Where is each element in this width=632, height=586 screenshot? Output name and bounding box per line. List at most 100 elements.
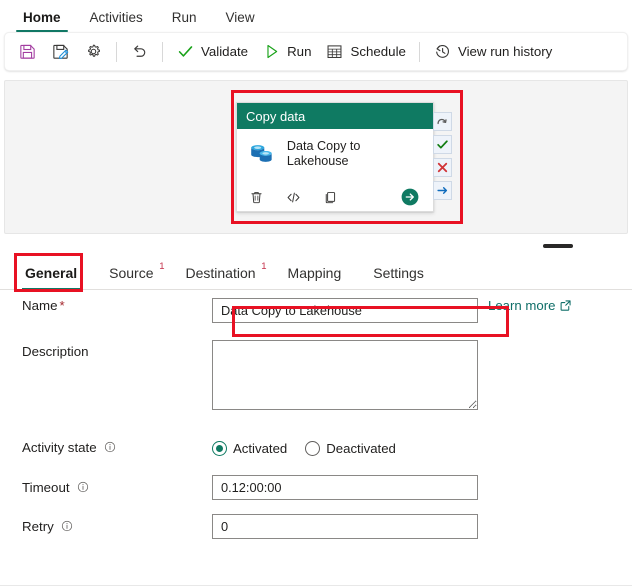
toolbar-divider-1 bbox=[116, 41, 117, 62]
radio-activated-dot bbox=[212, 440, 227, 456]
retry-label-wrap: Retry bbox=[0, 519, 212, 535]
undo-icon bbox=[134, 45, 146, 57]
info-icon[interactable] bbox=[61, 520, 73, 532]
ribbon-tab-view-label: View bbox=[225, 10, 255, 25]
activity-state-label: Activity state bbox=[22, 440, 97, 455]
tab-destination[interactable]: Destination 1 bbox=[183, 261, 267, 289]
toolbar: Validate Run Schedule View run history bbox=[4, 32, 628, 71]
tab-source[interactable]: Source 1 bbox=[106, 261, 164, 289]
tab-source-label: Source bbox=[109, 265, 154, 281]
form-row-retry: Retry bbox=[0, 507, 632, 546]
form-row-timeout: Timeout bbox=[0, 468, 632, 507]
ribbon-tab-run-label: Run bbox=[171, 10, 197, 25]
ribbon-tab-activities-label: Activities bbox=[89, 10, 143, 25]
timeout-label: Timeout bbox=[22, 479, 70, 495]
history-clock-icon bbox=[436, 44, 449, 58]
tab-general-label: General bbox=[25, 265, 78, 281]
tab-general[interactable]: General bbox=[22, 265, 81, 290]
name-label: Name bbox=[22, 298, 58, 313]
validate-button[interactable]: Validate bbox=[169, 37, 255, 66]
form-row-name: Name* Learn more bbox=[0, 298, 632, 340]
on-skip-connector[interactable] bbox=[433, 112, 452, 131]
tab-mapping[interactable]: Mapping bbox=[285, 265, 345, 289]
retry-input[interactable] bbox=[212, 514, 478, 539]
activity-name-label: Data Copy to Lakehouse bbox=[286, 139, 361, 168]
view-run-history-label: View run history bbox=[457, 44, 553, 59]
description-label: Description bbox=[22, 344, 89, 359]
ribbon-tab-home[interactable]: Home bbox=[14, 10, 70, 32]
tab-mapping-label: Mapping bbox=[287, 265, 342, 281]
activity-card-footer bbox=[237, 187, 433, 207]
tab-settings[interactable]: Settings bbox=[370, 265, 427, 289]
properties-panel: General Source 1 Destination 1 Mapping S… bbox=[0, 236, 632, 586]
timeout-label-wrap: Timeout bbox=[0, 480, 212, 496]
on-completion-connector[interactable] bbox=[433, 181, 452, 200]
duplicate-icon[interactable] bbox=[322, 189, 339, 206]
radio-activated-label: Activated bbox=[233, 440, 288, 456]
ribbon-tab-view[interactable]: View bbox=[217, 10, 264, 32]
on-success-connector[interactable] bbox=[433, 135, 452, 154]
tab-source-badge: 1 bbox=[159, 261, 165, 272]
activity-state-radio-group: Activated Deactivated bbox=[212, 440, 396, 456]
activity-connectors bbox=[433, 112, 452, 200]
info-icon[interactable] bbox=[104, 441, 116, 453]
form-row-activity-state: Activity state Activated Deactivated bbox=[0, 428, 632, 468]
activity-card-copy-data[interactable]: Copy data Data Copy to Lakehouse bbox=[236, 102, 434, 212]
retry-label: Retry bbox=[22, 518, 54, 534]
panel-tab-bar: General Source 1 Destination 1 Mapping S… bbox=[0, 254, 632, 290]
tab-settings-label: Settings bbox=[373, 265, 424, 281]
general-form: Name* Learn more Description bbox=[0, 298, 632, 546]
ribbon-tab-run[interactable]: Run bbox=[163, 10, 206, 32]
activity-type-label: Copy data bbox=[246, 108, 306, 124]
external-link-icon bbox=[561, 300, 572, 311]
ribbon-tab-home-label: Home bbox=[23, 10, 61, 25]
calendar-icon bbox=[328, 45, 342, 59]
run-button[interactable]: Run bbox=[255, 37, 318, 66]
save-button[interactable] bbox=[11, 37, 44, 66]
save-as-icon bbox=[53, 44, 69, 59]
checkmark-icon bbox=[178, 46, 193, 57]
save-as-button[interactable] bbox=[44, 37, 77, 66]
name-label-wrap: Name * bbox=[0, 298, 212, 314]
tab-destination-label: Destination bbox=[185, 265, 256, 281]
copy-data-database-icon bbox=[251, 145, 272, 162]
code-icon[interactable] bbox=[285, 189, 302, 206]
run-arrow-icon[interactable] bbox=[400, 187, 420, 207]
radio-deactivated-label: Deactivated bbox=[326, 440, 396, 456]
form-row-description: Description bbox=[0, 340, 632, 428]
name-required-marker: * bbox=[59, 298, 65, 313]
toolbar-divider-3 bbox=[418, 41, 420, 62]
undo-button[interactable] bbox=[123, 37, 156, 66]
radio-deactivated-dot bbox=[305, 440, 321, 456]
learn-more-label: Learn more bbox=[488, 298, 556, 313]
view-run-history-button[interactable]: View run history bbox=[426, 37, 559, 66]
completion-arrow-icon bbox=[437, 187, 448, 194]
learn-more-link[interactable]: Learn more bbox=[488, 298, 572, 313]
skip-arrow-icon bbox=[437, 118, 447, 125]
ribbon-tab-bar: Home Activities Run View bbox=[0, 0, 632, 32]
validate-label: Validate bbox=[201, 44, 249, 59]
play-icon bbox=[267, 44, 278, 59]
description-textarea[interactable] bbox=[212, 340, 478, 410]
radio-activated[interactable]: Activated bbox=[212, 440, 288, 456]
toolbar-divider-2 bbox=[162, 41, 163, 62]
ribbon-tab-activities[interactable]: Activities bbox=[81, 10, 152, 32]
name-input[interactable] bbox=[212, 298, 478, 323]
info-icon[interactable] bbox=[77, 481, 89, 493]
failure-x-icon bbox=[437, 162, 448, 173]
tab-destination-badge: 1 bbox=[261, 261, 267, 272]
schedule-label: Schedule bbox=[350, 44, 406, 59]
success-check-icon bbox=[437, 140, 448, 149]
radio-deactivated[interactable]: Deactivated bbox=[305, 440, 396, 456]
settings-button[interactable] bbox=[77, 37, 110, 66]
description-label-wrap: Description bbox=[0, 340, 212, 360]
gear-icon bbox=[88, 44, 100, 57]
on-failure-connector[interactable] bbox=[433, 158, 452, 177]
delete-icon[interactable] bbox=[248, 189, 265, 206]
activity-state-label-wrap: Activity state bbox=[0, 440, 212, 456]
activity-card-body: Data Copy to Lakehouse bbox=[237, 129, 433, 169]
timeout-input[interactable] bbox=[212, 475, 478, 500]
save-icon bbox=[20, 44, 35, 59]
panel-resize-handle[interactable] bbox=[543, 244, 573, 248]
schedule-button[interactable]: Schedule bbox=[318, 37, 412, 66]
